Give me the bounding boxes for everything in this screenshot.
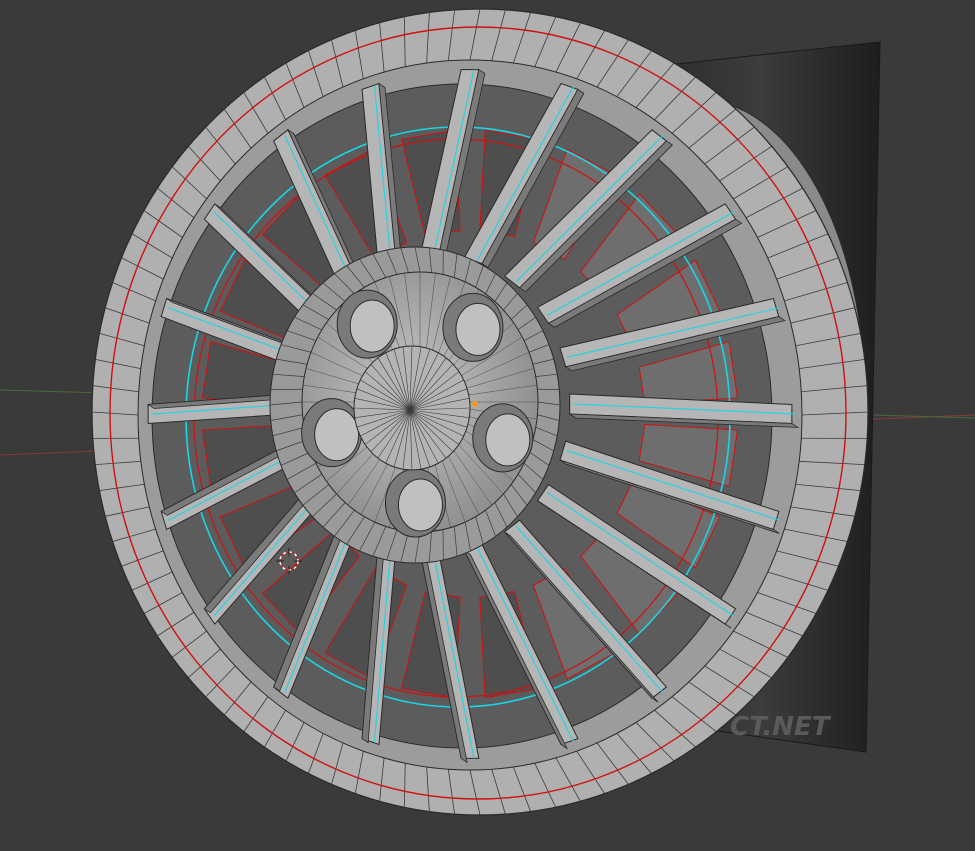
- lug-hole[interactable]: [336, 289, 398, 359]
- reference-watermark-line2: CT.NET: [730, 712, 832, 742]
- lug-hole[interactable]: [442, 292, 504, 362]
- lug-hole[interactable]: [384, 468, 446, 538]
- object-origin[interactable]: [472, 401, 478, 407]
- 3d-viewport[interactable]: els CT.NET: [0, 0, 975, 851]
- lug-hole[interactable]: [301, 398, 363, 468]
- wheel-mesh[interactable]: [91, 8, 869, 816]
- viewport-scene[interactable]: els CT.NET: [0, 0, 975, 851]
- lug-hole[interactable]: [472, 403, 534, 473]
